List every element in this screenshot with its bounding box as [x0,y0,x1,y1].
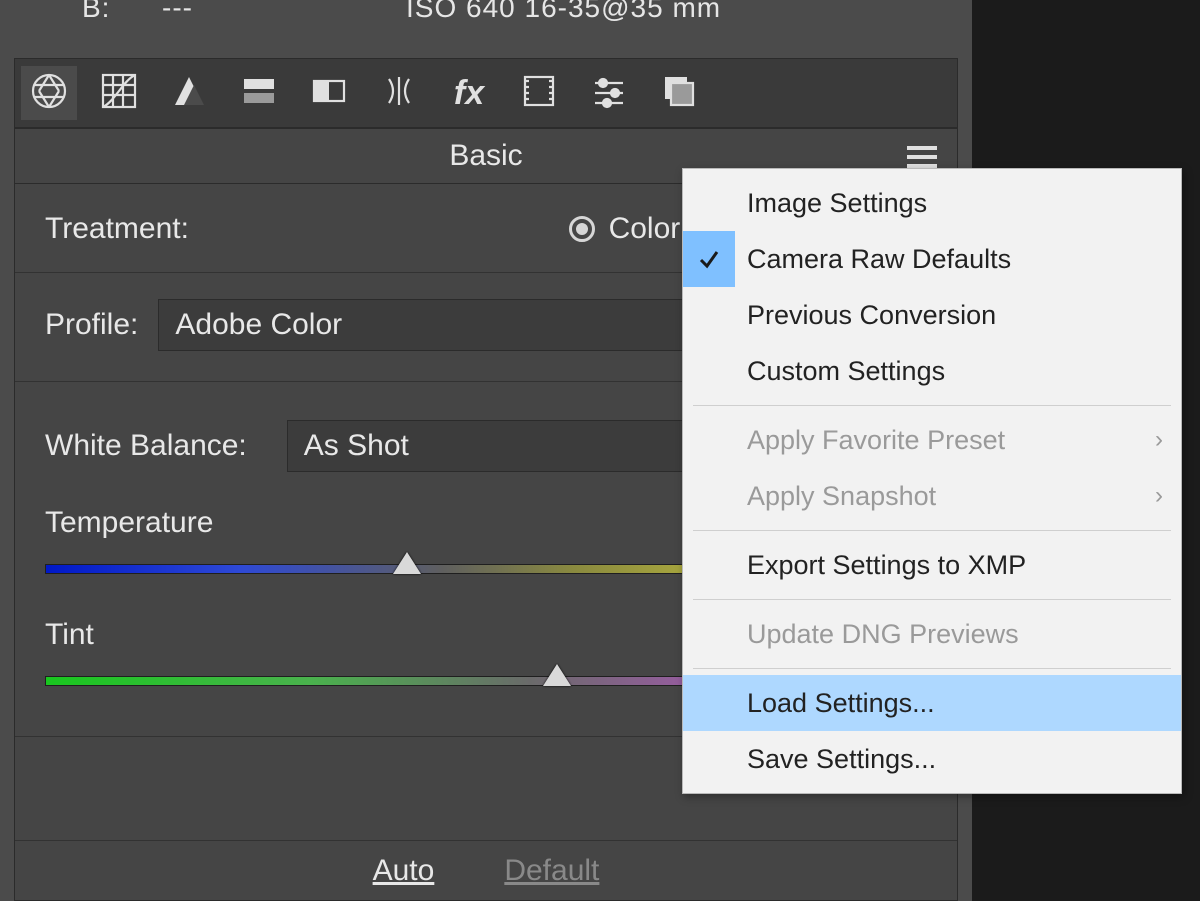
treatment-radio-color[interactable]: Color [569,212,681,246]
tab-detail[interactable] [161,66,217,120]
menu-item-label: Load Settings... [747,688,935,719]
menu-separator [693,530,1171,531]
chevron-right-icon: › [1155,426,1163,454]
info-row: B: --- ISO 640 16-35@35 mm [0,0,972,30]
tab-tone-curve[interactable] [91,66,147,120]
snapshots-icon [659,71,699,116]
menu-item-label: Image Settings [747,188,927,219]
filmstrip-icon [519,71,559,116]
menu-item-custom-settings[interactable]: Custom Settings [683,343,1181,399]
menu-item-update-dng-previews: Update DNG Previews [683,606,1181,662]
menu-item-previous-conversion[interactable]: Previous Conversion [683,287,1181,343]
tab-split-toning[interactable] [301,66,357,120]
check-icon [683,231,735,287]
auto-button[interactable]: Auto [373,854,435,888]
lens-icon [379,71,419,116]
panel-tab-bar: fx [14,58,958,128]
white-balance-value: As Shot [304,429,409,463]
temperature-thumb[interactable] [393,552,421,574]
menu-item-apply-snapshot: Apply Snapshot › [683,468,1181,524]
auto-default-row: Auto Default [15,840,957,900]
check-icon [683,287,735,343]
rgb-b-value: --- [162,0,193,24]
chevron-right-icon: › [1155,482,1163,510]
fx-icon: fx [454,74,484,113]
radio-dot-icon [569,216,595,242]
check-icon [683,412,735,468]
profile-label: Profile: [45,308,138,342]
menu-separator [693,405,1171,406]
menu-separator [693,599,1171,600]
default-button: Default [504,854,599,888]
menu-item-label: Custom Settings [747,356,945,387]
aperture-icon [29,71,69,116]
tab-lens-corrections[interactable] [371,66,427,120]
tab-calibration[interactable] [511,66,567,120]
exif-meta: ISO 640 16-35@35 mm [406,0,721,24]
tint-thumb[interactable] [543,664,571,686]
menu-item-camera-raw-defaults[interactable]: Camera Raw Defaults [683,231,1181,287]
white-balance-label: White Balance: [45,429,247,463]
check-icon [683,675,735,731]
split-toning-icon [309,71,349,116]
panel-title: Basic [449,139,522,173]
rgb-b-label: B: [82,0,110,24]
treatment-label: Treatment: [45,212,189,246]
check-icon [683,537,735,593]
tab-effects[interactable]: fx [441,66,497,120]
menu-separator [693,668,1171,669]
menu-item-label: Export Settings to XMP [747,550,1026,581]
menu-item-apply-favorite-preset: Apply Favorite Preset › [683,412,1181,468]
treatment-color-label: Color [609,212,681,246]
menu-item-label: Apply Favorite Preset [747,425,1005,456]
tab-basic[interactable] [21,66,77,120]
menu-item-label: Save Settings... [747,744,936,775]
check-icon [683,468,735,524]
tab-presets[interactable] [581,66,637,120]
check-icon [683,343,735,399]
menu-item-export-settings-to-xmp[interactable]: Export Settings to XMP [683,537,1181,593]
menu-item-label: Apply Snapshot [747,481,936,512]
panel-settings-menu[interactable]: Image Settings Camera Raw Defaults Previou… [682,168,1182,794]
menu-item-label: Camera Raw Defaults [747,244,1011,275]
menu-item-label: Previous Conversion [747,300,996,331]
detail-icon [169,71,209,116]
tab-snapshots[interactable] [651,66,707,120]
check-icon [683,175,735,231]
panel-menu-button[interactable] [905,143,939,171]
profile-value: Adobe Color [175,308,342,342]
tab-hsl[interactable] [231,66,287,120]
menu-item-image-settings[interactable]: Image Settings [683,175,1181,231]
menu-item-load-settings[interactable]: Load Settings... [683,675,1181,731]
curve-grid-icon [99,71,139,116]
check-icon [683,606,735,662]
menu-item-save-settings[interactable]: Save Settings... [683,731,1181,787]
sliders-icon [589,71,629,116]
menu-item-label: Update DNG Previews [747,619,1019,650]
hsl-icon [239,71,279,116]
check-icon [683,731,735,787]
